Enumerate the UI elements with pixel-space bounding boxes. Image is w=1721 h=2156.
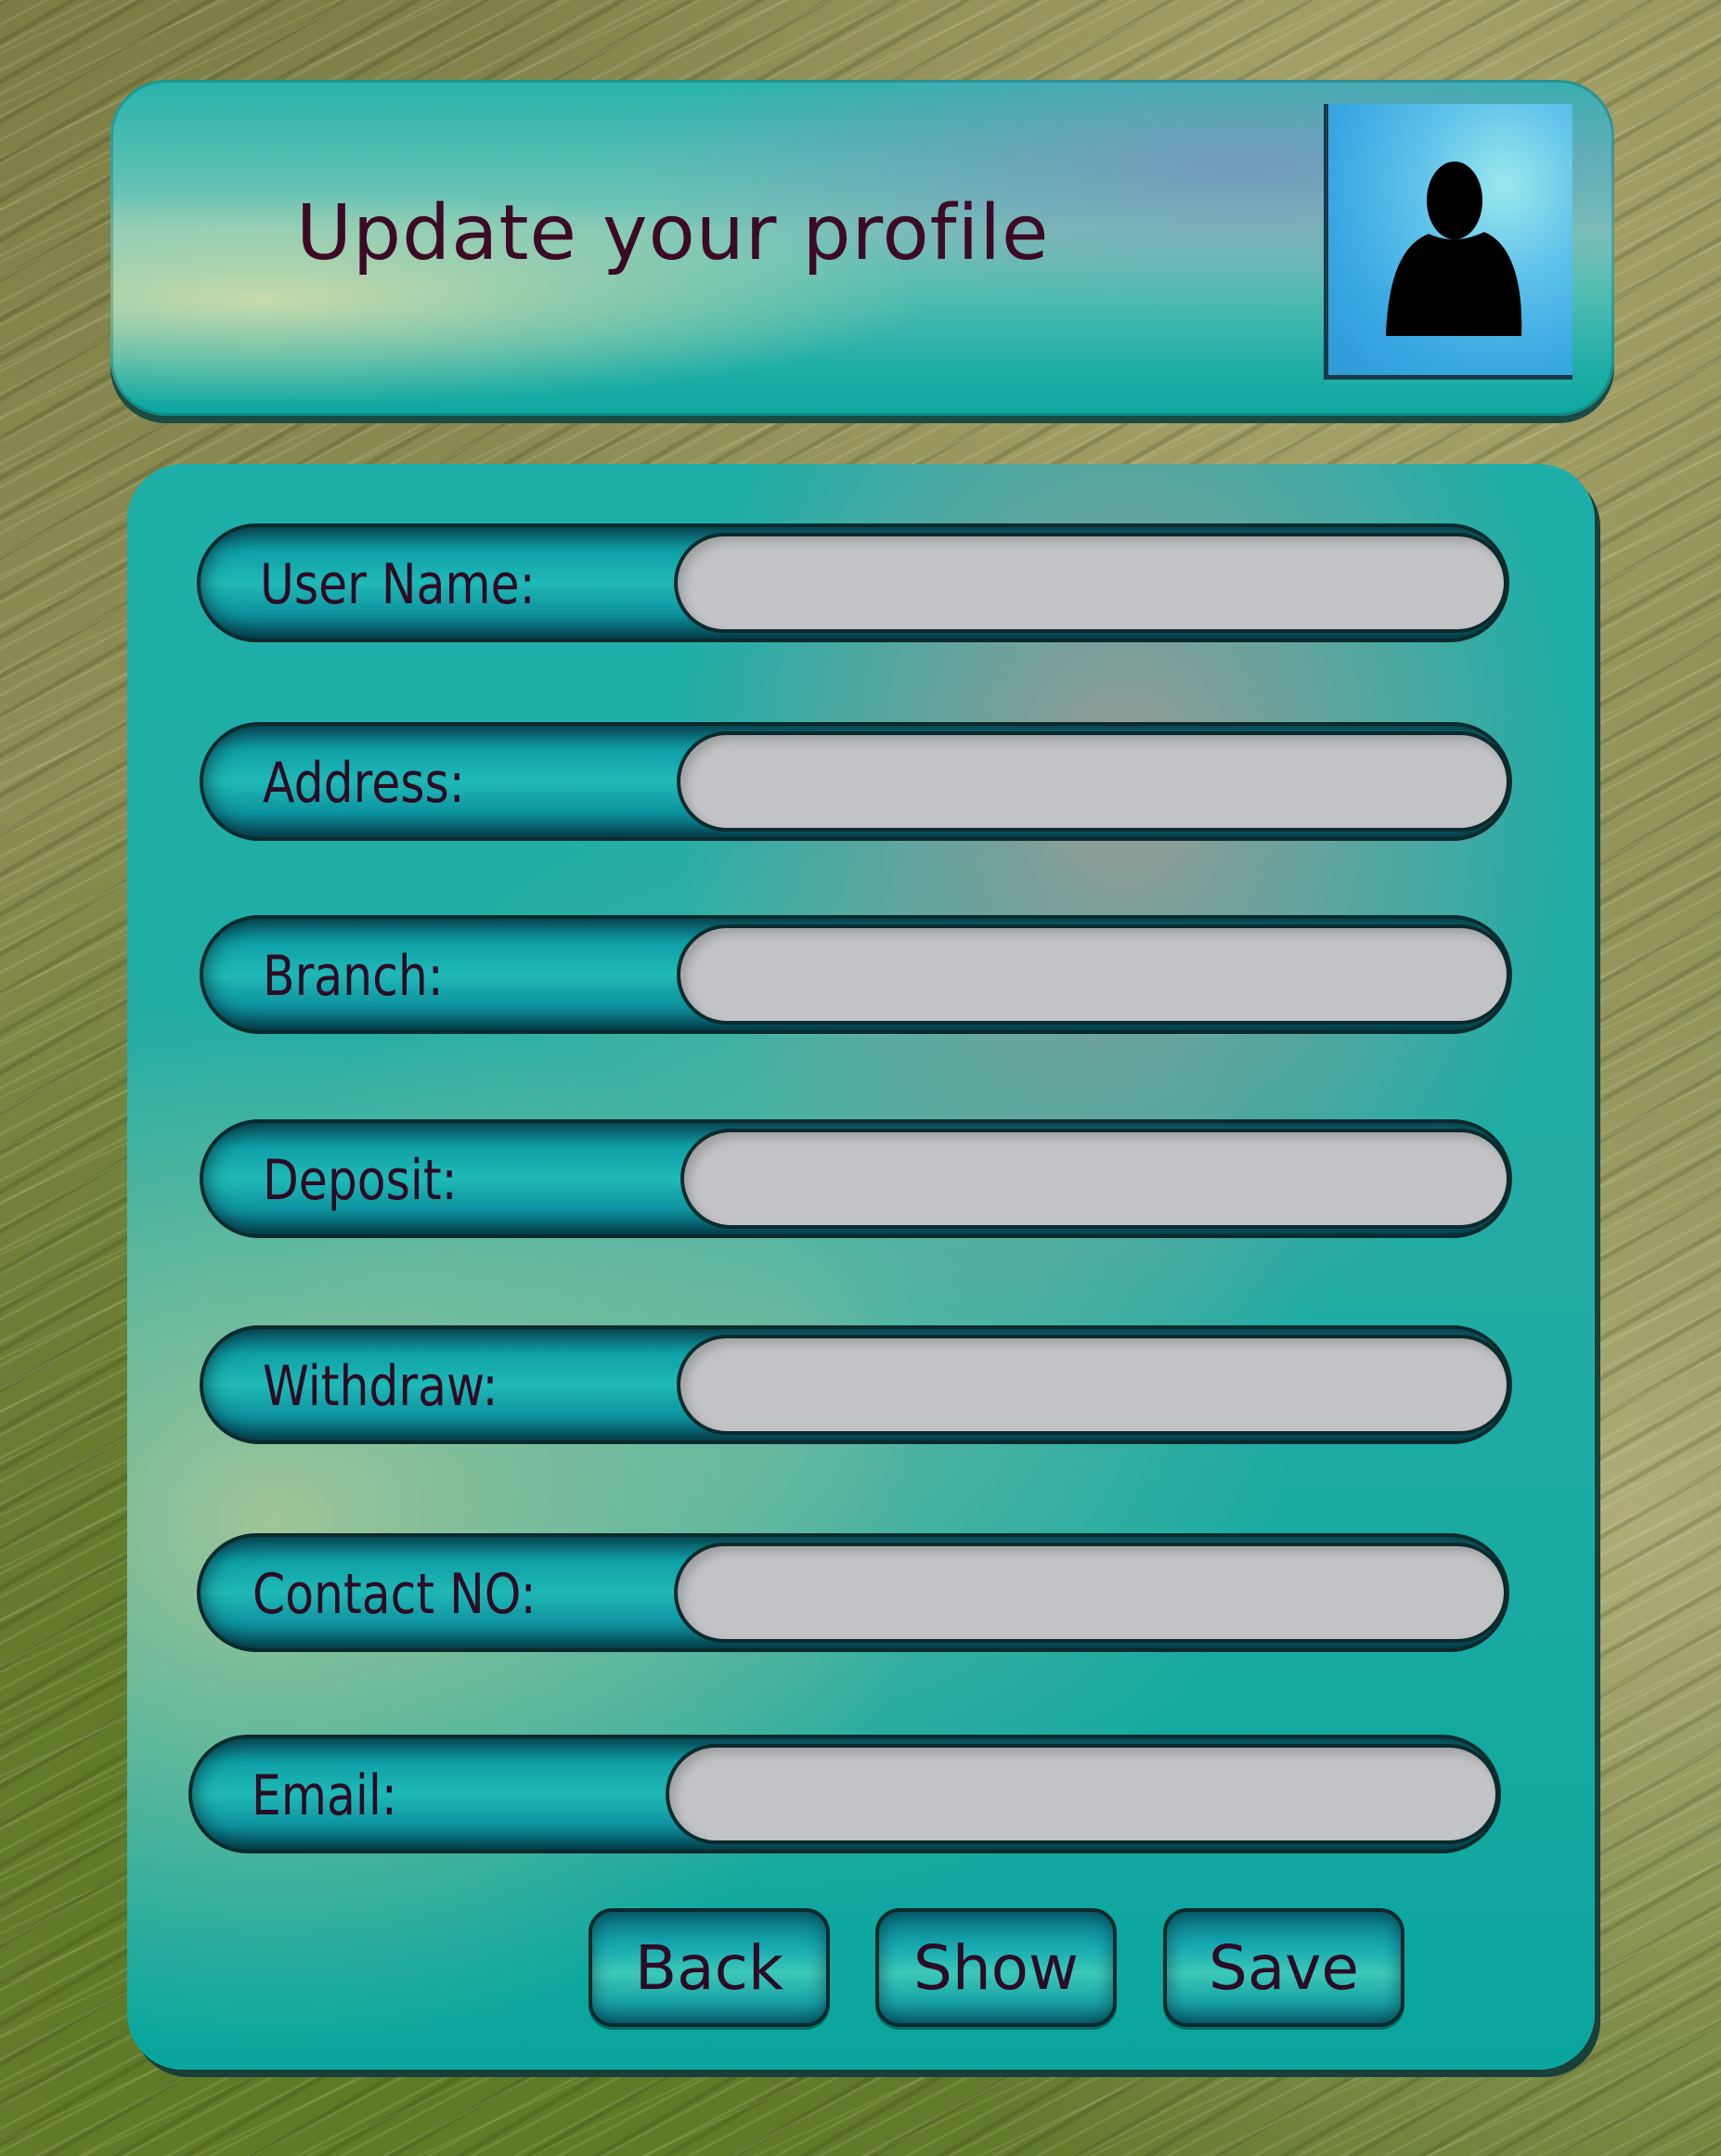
address-row: Address: xyxy=(200,722,1512,841)
show-button[interactable]: Show xyxy=(875,1908,1117,2027)
email-label: Email: xyxy=(252,1763,397,1828)
save-button[interactable]: Save xyxy=(1163,1908,1404,2027)
back-button[interactable]: Back xyxy=(589,1908,830,2027)
branch-input[interactable] xyxy=(677,924,1510,1025)
username-label: User Name: xyxy=(260,552,536,617)
address-input[interactable] xyxy=(677,731,1510,832)
branch-row: Branch: xyxy=(200,915,1512,1034)
email-row: Email: xyxy=(188,1735,1501,1853)
withdraw-row: Withdraw: xyxy=(200,1325,1512,1444)
user-silhouette-icon xyxy=(1386,161,1522,336)
withdraw-label: Withdraw: xyxy=(263,1354,498,1419)
branch-label: Branch: xyxy=(263,944,444,1009)
withdraw-input[interactable] xyxy=(677,1335,1510,1435)
deposit-input[interactable] xyxy=(680,1129,1510,1229)
username-row: User Name: xyxy=(197,523,1509,642)
contact-label: Contact NO: xyxy=(252,1562,537,1627)
deposit-row: Deposit: xyxy=(200,1119,1512,1238)
contact-input[interactable] xyxy=(674,1543,1507,1643)
contact-row: Contact NO: xyxy=(197,1533,1509,1652)
page-title: Update your profile xyxy=(296,189,1050,278)
avatar[interactable] xyxy=(1324,104,1572,380)
username-input[interactable] xyxy=(674,533,1507,633)
address-label: Address: xyxy=(263,751,465,816)
header-panel: Update your profile xyxy=(110,80,1614,416)
deposit-label: Deposit: xyxy=(263,1148,458,1213)
email-input[interactable] xyxy=(666,1744,1499,1844)
